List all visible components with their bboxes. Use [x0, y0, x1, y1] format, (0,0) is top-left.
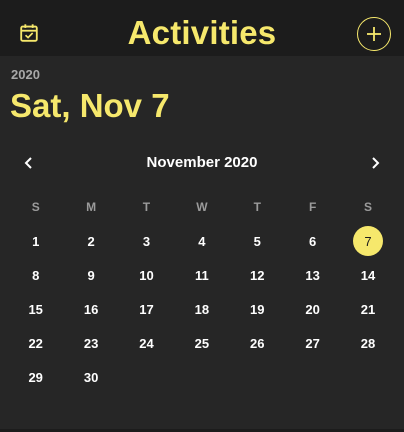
- weekday-label: S: [31, 200, 40, 214]
- date-picker: 2020 Sat, Nov 7 November 2020 SMTWTFS 12…: [0, 56, 404, 429]
- day-cell[interactable]: 19: [230, 292, 285, 326]
- chevron-right-icon: [372, 157, 380, 169]
- day-cell[interactable]: 25: [174, 326, 229, 360]
- add-activity-button[interactable]: [357, 17, 391, 51]
- day-grid: 1 2 3 4 5 6 7 8 9 10 11 12 13 14 15 16 17 18 19 20 21 22 23 24 2…: [8, 224, 396, 394]
- day-cell[interactable]: 21: [340, 292, 395, 326]
- day-number: 11: [194, 267, 209, 283]
- day-number: 3: [142, 233, 151, 249]
- day-number: 16: [83, 301, 99, 317]
- day-cell[interactable]: 8: [8, 258, 63, 292]
- selected-date-heading: Sat, Nov 7: [10, 87, 170, 124]
- day-number: 13: [305, 267, 320, 283]
- app-header: Activities: [0, 0, 404, 56]
- day-number: 22: [28, 335, 43, 351]
- day-cell[interactable]: 6: [285, 224, 340, 258]
- day-number: 24: [139, 335, 154, 351]
- day-number: 30: [83, 369, 99, 385]
- day-number: 9: [87, 267, 95, 283]
- month-label: November 2020: [146, 154, 258, 171]
- day-number: 27: [305, 335, 320, 351]
- month-navigation: November 2020: [0, 150, 404, 176]
- day-number: 8: [32, 267, 40, 283]
- day-number: 2: [87, 233, 95, 249]
- day-number: 6: [309, 233, 317, 249]
- day-number: 5: [253, 233, 261, 249]
- day-cell[interactable]: 20: [285, 292, 340, 326]
- weekday-label: M: [86, 200, 97, 214]
- day-cell[interactable]: 10: [119, 258, 174, 292]
- day-number: 15: [28, 301, 43, 317]
- day-number: 10: [139, 267, 154, 283]
- day-cell[interactable]: 13: [285, 258, 340, 292]
- day-cell[interactable]: 5: [230, 224, 285, 258]
- day-number: 18: [194, 301, 210, 317]
- day-cell[interactable]: 2: [63, 224, 118, 258]
- weekday-label: F: [308, 200, 317, 214]
- day-number: 25: [194, 335, 210, 351]
- weekday-label: W: [196, 200, 208, 214]
- day-cell[interactable]: 18: [174, 292, 229, 326]
- day-number: 26: [250, 335, 265, 351]
- day-number: 12: [250, 267, 265, 283]
- weekday-header: SMTWTFS: [8, 200, 396, 214]
- day-cell[interactable]: 27: [285, 326, 340, 360]
- next-month-button[interactable]: [362, 150, 388, 176]
- day-number: 14: [360, 267, 376, 283]
- day-number: 23: [83, 335, 99, 351]
- day-number: 20: [305, 301, 320, 317]
- day-cell[interactable]: 4: [174, 224, 229, 258]
- weekday-label: T: [253, 200, 261, 214]
- activities-screen: Activities 2020 Sat, Nov 7 November 2020: [0, 0, 404, 432]
- day-cell[interactable]: 30: [63, 360, 118, 394]
- weekday-label: T: [142, 200, 151, 214]
- day-number: 29: [28, 369, 43, 385]
- day-number: 17: [139, 301, 154, 317]
- day-number: 4: [198, 233, 206, 249]
- day-number: 7: [353, 226, 384, 256]
- day-cell[interactable]: 23: [63, 326, 118, 360]
- day-cell[interactable]: 24: [119, 326, 174, 360]
- day-cell[interactable]: 28: [340, 326, 395, 360]
- selected-day-cell[interactable]: 7: [340, 224, 395, 258]
- day-number: 21: [360, 301, 376, 317]
- day-number: 1: [32, 233, 40, 249]
- page-title: Activities: [127, 14, 277, 51]
- day-number: 28: [360, 335, 376, 351]
- day-cell[interactable]: 26: [230, 326, 285, 360]
- day-cell[interactable]: 12: [230, 258, 285, 292]
- day-cell[interactable]: 29: [8, 360, 63, 394]
- day-cell[interactable]: 16: [63, 292, 118, 326]
- day-cell[interactable]: 15: [8, 292, 63, 326]
- day-cell[interactable]: 1: [8, 224, 63, 258]
- day-cell[interactable]: 3: [119, 224, 174, 258]
- day-cell[interactable]: 11: [174, 258, 229, 292]
- day-cell[interactable]: 17: [119, 292, 174, 326]
- year-selector[interactable]: 2020: [11, 67, 40, 82]
- day-cell[interactable]: 14: [340, 258, 395, 292]
- day-cell[interactable]: 22: [8, 326, 63, 360]
- day-number: 19: [250, 301, 265, 317]
- day-cell[interactable]: 9: [63, 258, 118, 292]
- plus-icon: [367, 27, 381, 41]
- weekday-label: S: [364, 200, 373, 214]
